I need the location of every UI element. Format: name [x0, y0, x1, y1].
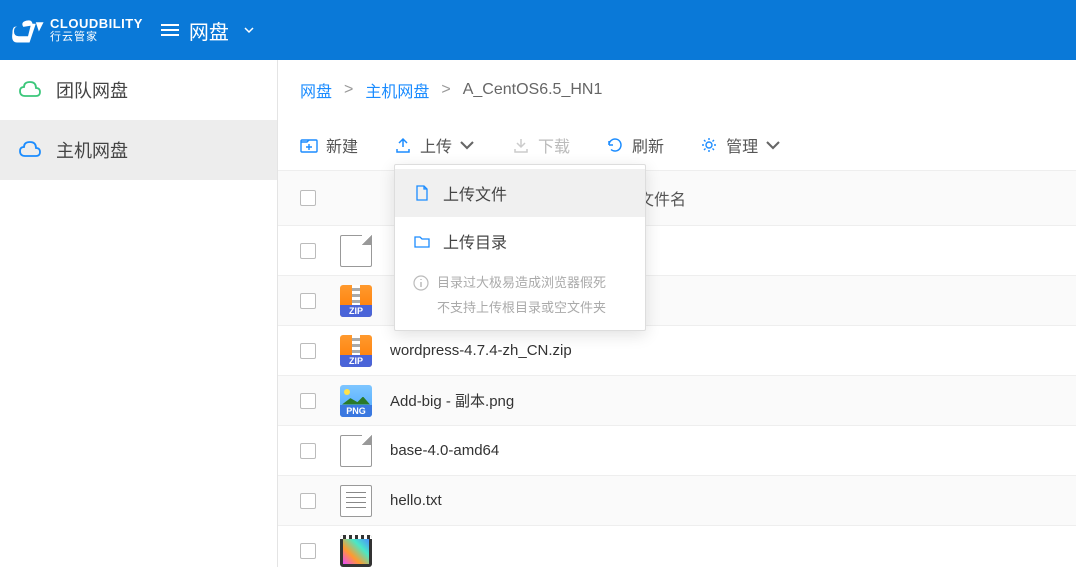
- file-row[interactable]: hello.txt: [278, 476, 1076, 526]
- zip-icon: ZIP: [340, 285, 372, 317]
- file-icon: [413, 184, 431, 202]
- manage-label: 管理: [726, 133, 758, 157]
- new-button[interactable]: 新建: [300, 133, 358, 157]
- file-row[interactable]: base-4.0-amd64: [278, 426, 1076, 476]
- sidebar-item-team-disk[interactable]: 团队网盘: [0, 60, 277, 120]
- cloud-solid-icon: [18, 138, 42, 162]
- main-panel: 网盘 > 主机网盘 > A_CentOS6.5_HN1 新建 上传 下载 刷新: [278, 60, 1076, 567]
- breadcrumb-sep: >: [344, 81, 353, 99]
- sidebar-item-label: 主机网盘: [56, 137, 128, 163]
- row-checkbox[interactable]: [300, 393, 316, 409]
- download-label: 下载: [538, 133, 570, 157]
- refresh-label: 刷新: [632, 133, 664, 157]
- refresh-button[interactable]: 刷新: [606, 133, 664, 157]
- file-row[interactable]: PNG Add-big - 副本.png: [278, 376, 1076, 426]
- download-icon: [512, 136, 530, 154]
- brand-logo[interactable]: CLOUDBILITY 行云管家: [12, 16, 143, 44]
- upload-note: 目录过大极易造成浏览器假死 不支持上传根目录或空文件夹: [395, 265, 645, 320]
- txt-icon: [340, 485, 372, 517]
- upload-folder-item[interactable]: 上传目录: [395, 217, 645, 265]
- new-label: 新建: [326, 133, 358, 157]
- breadcrumb-sep: >: [441, 81, 450, 99]
- toolbar: 新建 上传 下载 刷新 管理: [278, 120, 1076, 170]
- upload-file-label: 上传文件: [443, 181, 507, 205]
- sidebar-item-label: 团队网盘: [56, 77, 128, 103]
- breadcrumb-mid[interactable]: 主机网盘: [365, 78, 429, 102]
- sidebar: 团队网盘 主机网盘: [0, 60, 278, 567]
- folder-icon: [413, 232, 431, 250]
- upload-file-item[interactable]: 上传文件: [395, 169, 645, 217]
- brand-en: CLOUDBILITY: [50, 17, 143, 30]
- info-icon: [413, 275, 429, 291]
- app-header: CLOUDBILITY 行云管家 网盘: [0, 0, 1076, 60]
- module-name: 网盘: [189, 16, 229, 45]
- file-row[interactable]: ZIP wordpress-4.7.4-zh_CN.zip: [278, 326, 1076, 376]
- video-icon: [340, 535, 372, 567]
- file-name: hello.txt: [390, 492, 1054, 509]
- file-name: base-4.0-amd64: [390, 442, 1054, 459]
- breadcrumb: 网盘 > 主机网盘 > A_CentOS6.5_HN1: [278, 60, 1076, 120]
- manage-button[interactable]: 管理: [700, 133, 782, 157]
- new-folder-icon: [300, 136, 318, 154]
- row-checkbox[interactable]: [300, 343, 316, 359]
- file-name: Add-big - 副本.png: [390, 390, 1054, 411]
- upload-dropdown: 上传文件 上传目录 目录过大极易造成浏览器假死 不支持上传根目录或空文件夹: [394, 164, 646, 331]
- png-icon: PNG: [340, 385, 372, 417]
- file-name: wordpress-4.7.4-zh_CN.zip: [390, 342, 1054, 359]
- chevron-down-icon: [243, 24, 255, 36]
- cloud-outline-icon: [18, 78, 42, 102]
- zip-icon: ZIP: [340, 335, 372, 367]
- hamburger-icon: [161, 24, 179, 36]
- select-all-checkbox[interactable]: [300, 190, 316, 206]
- row-checkbox[interactable]: [300, 293, 316, 309]
- upload-note-line2: 不支持上传根目录或空文件夹: [437, 296, 606, 321]
- row-checkbox[interactable]: [300, 543, 316, 559]
- upload-label: 上传: [420, 133, 452, 157]
- row-checkbox[interactable]: [300, 443, 316, 459]
- breadcrumb-current: A_CentOS6.5_HN1: [463, 81, 603, 99]
- file-row[interactable]: [278, 526, 1076, 567]
- upload-note-line1: 目录过大极易造成浏览器假死: [437, 271, 606, 296]
- upload-icon: [394, 136, 412, 154]
- chevron-down-icon: [764, 136, 782, 154]
- sidebar-item-host-disk[interactable]: 主机网盘: [0, 120, 277, 180]
- breadcrumb-root[interactable]: 网盘: [300, 78, 332, 102]
- brand-cn: 行云管家: [50, 32, 143, 43]
- row-checkbox[interactable]: [300, 243, 316, 259]
- file-icon: [340, 435, 372, 467]
- module-switcher[interactable]: 网盘: [161, 16, 255, 45]
- gear-icon: [700, 136, 718, 154]
- upload-button[interactable]: 上传: [394, 133, 476, 157]
- logo-icon: [12, 16, 44, 44]
- row-checkbox[interactable]: [300, 493, 316, 509]
- file-icon: [340, 235, 372, 267]
- upload-folder-label: 上传目录: [443, 229, 507, 253]
- download-button[interactable]: 下载: [512, 133, 570, 157]
- refresh-icon: [606, 136, 624, 154]
- chevron-down-icon: [458, 136, 476, 154]
